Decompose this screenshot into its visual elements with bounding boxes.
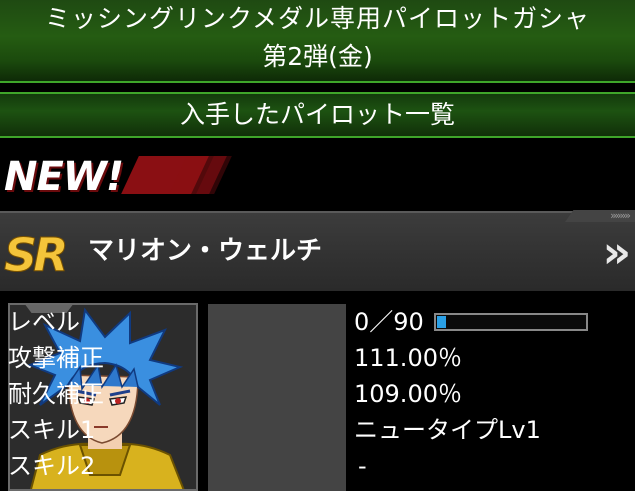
gacha-title-banner: ミッシングリンクメダル専用パイロットガシャ 第2弾(金) (0, 0, 635, 83)
stat-value-skill2: - (358, 452, 367, 480)
stat-label-level: レベル (8, 308, 80, 336)
level-progress-fill (437, 316, 446, 328)
section-title: 入手したパイロット一覧 (179, 100, 455, 129)
stat-label-skill2: スキル2 (8, 452, 96, 480)
rarity-badge: SR (4, 228, 70, 282)
gacha-title: ミッシングリンクメダル専用パイロットガシャ (44, 4, 590, 33)
pilot-card-header[interactable]: »»»» SR マリオン・ウェルチ » (0, 209, 635, 291)
stat-value-level: 0／90 (354, 308, 424, 336)
stat-label-attack: 攻撃補正 (8, 344, 104, 372)
detail-arrow-icon[interactable]: » (603, 231, 632, 275)
stat-value-skill1: ニュータイプLv1 (354, 416, 541, 444)
stats-label-column (208, 304, 346, 491)
new-badge: NEW! (0, 148, 260, 200)
stat-value-durability: 109.00％ (354, 380, 462, 408)
gacha-subtitle: 第2弾(金) (262, 42, 373, 71)
stat-label-skill1: スキル1 (8, 416, 96, 444)
section-header: 入手したパイロット一覧 (0, 92, 635, 138)
stat-value-attack: 111.00％ (354, 344, 462, 372)
tab-arrows-icon: »»»» (610, 209, 631, 222)
new-badge-text: NEW! (4, 154, 124, 200)
pilot-name: マリオン・ウェルチ (88, 236, 323, 266)
stat-label-durability: 耐久補正 (8, 380, 104, 408)
level-progress-bar (434, 313, 588, 331)
